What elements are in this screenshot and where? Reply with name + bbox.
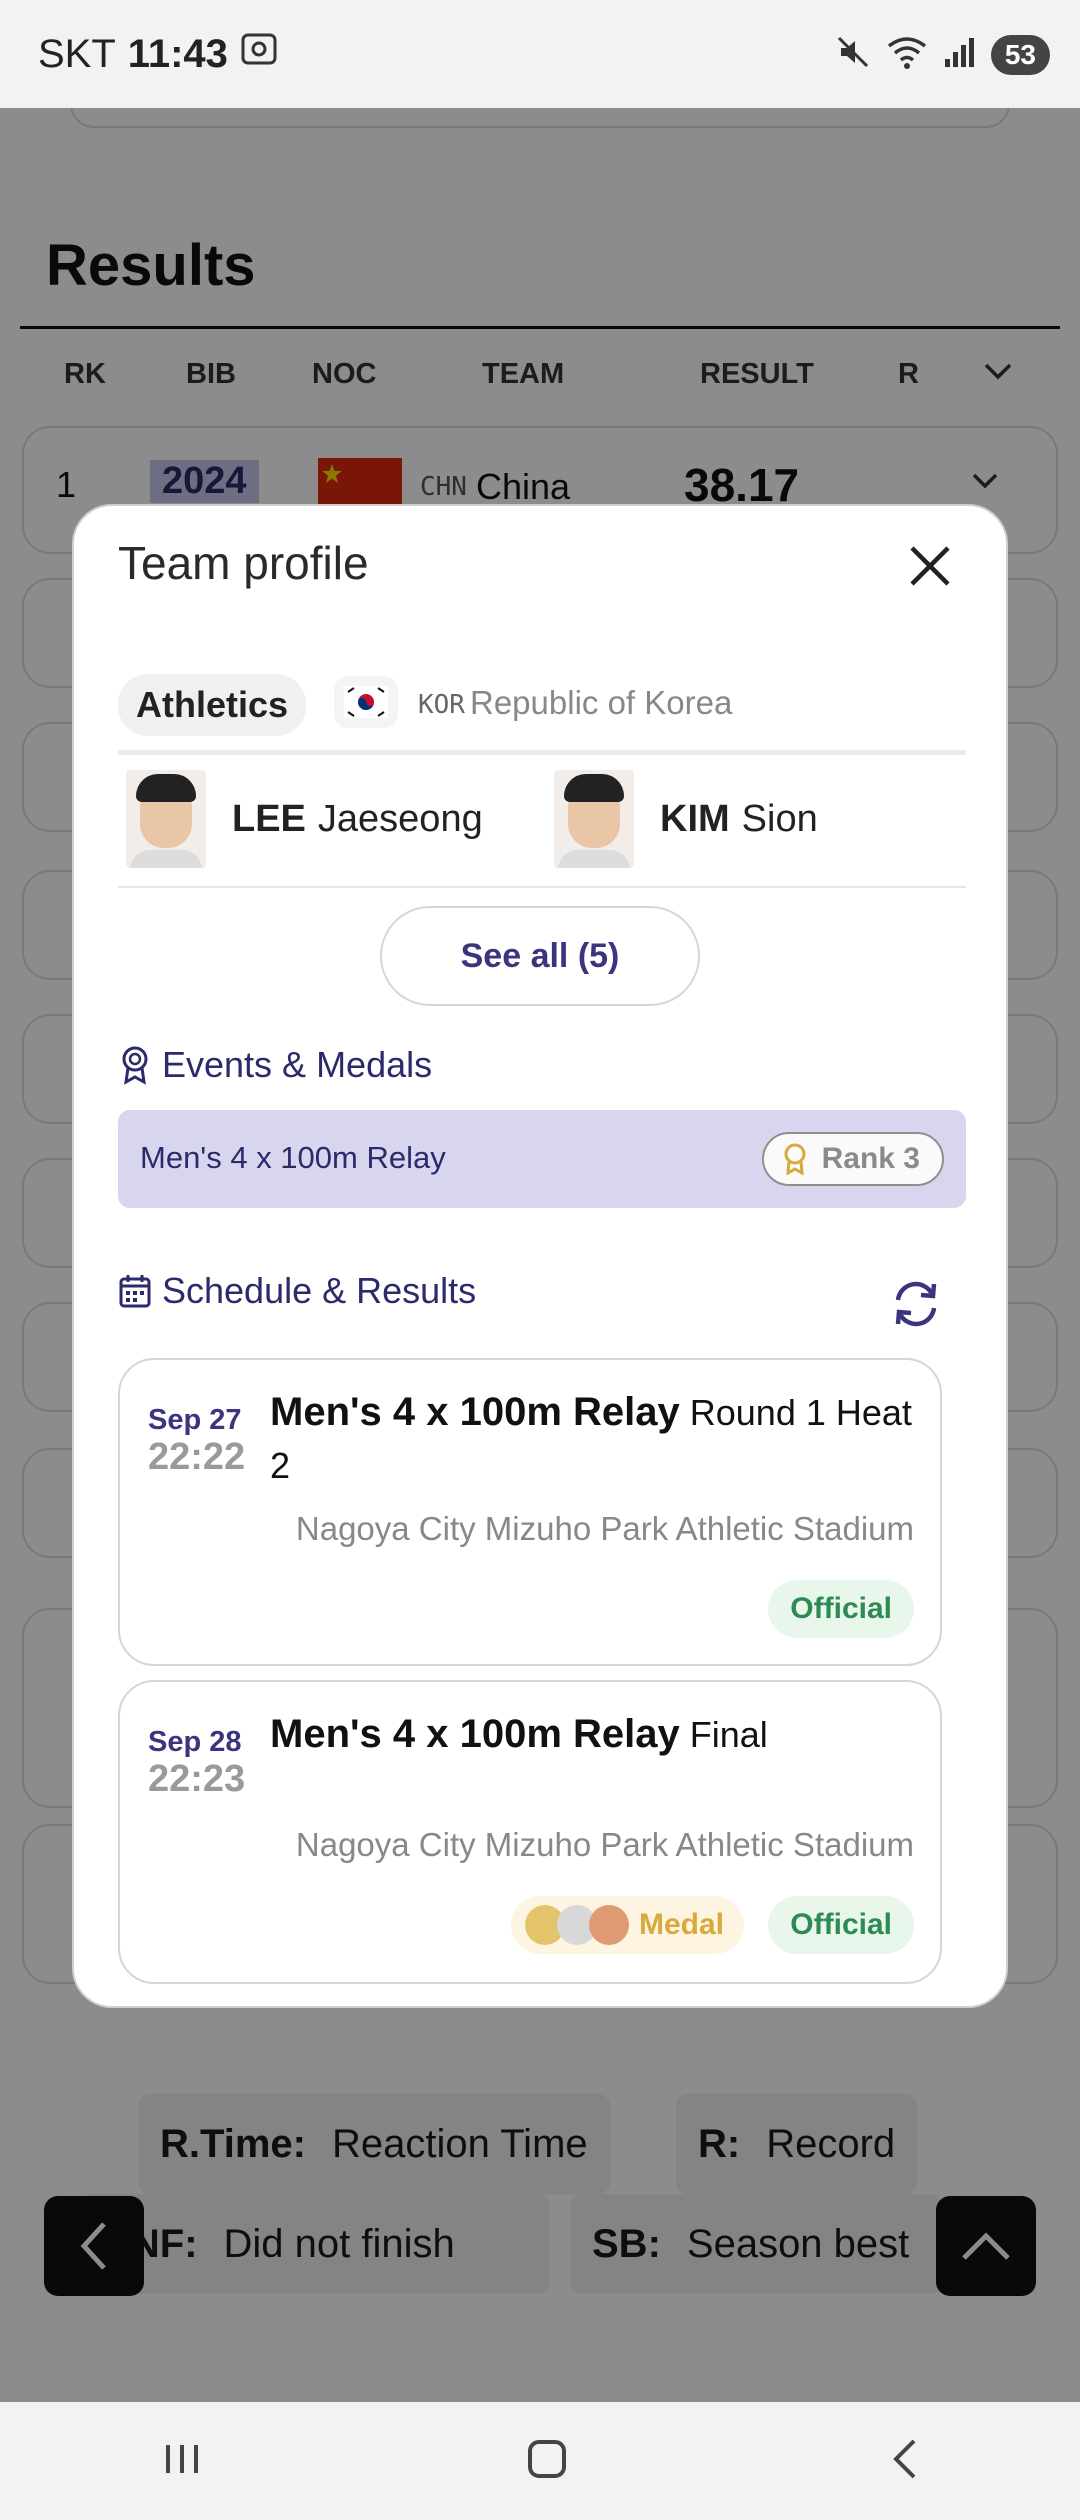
close-icon	[910, 546, 950, 586]
team-profile-modal: Team profile Athletics KOR Republic of K…	[72, 504, 1008, 2008]
back-icon	[892, 2439, 916, 2478]
events-medals-heading: Events & Medals	[118, 1044, 432, 1086]
country-name: Republic of Korea	[470, 684, 733, 721]
schedule-date: Sep 28	[148, 1726, 242, 1758]
avatar	[554, 770, 634, 868]
wifi-icon	[885, 34, 929, 75]
athlete-surname: KIM	[660, 797, 730, 840]
divider	[118, 750, 966, 755]
modal-title: Team profile	[118, 537, 369, 589]
schedule-title: Men's 4 x 100m Relay Final	[270, 1708, 920, 1761]
battery-indicator: 53	[990, 34, 1050, 75]
schedule-event: Men's 4 x 100m Relay	[270, 1390, 680, 1434]
status-right: 53	[835, 34, 1050, 75]
refresh-button[interactable]	[888, 1276, 944, 1332]
medal-icon	[784, 1143, 806, 1175]
schedule-card[interactable]: Sep 28 22:23 Men's 4 x 100m Relay Final N…	[118, 1680, 942, 1984]
schedule-venue: Nagoya City Mizuho Park Athletic Stadium	[295, 1826, 914, 1863]
status-badge: Official	[768, 1580, 914, 1638]
athlete-card[interactable]: LEE Jaeseong	[126, 770, 483, 868]
athlete-name: LEE Jaeseong	[232, 798, 483, 841]
medal-dots-icon	[524, 1905, 629, 1945]
schedule-heading-label: Schedule & Results	[162, 1270, 477, 1311]
schedule-venue: Nagoya City Mizuho Park Athletic Stadium	[295, 1510, 914, 1547]
medal-badge: Medal	[510, 1896, 744, 1954]
athlete-name: KIM Sion	[660, 798, 818, 841]
recent-apps-button[interactable]	[160, 2439, 204, 2484]
schedule-card[interactable]: Sep 27 22:22 Men's 4 x 100m Relay Round 1…	[118, 1358, 942, 1666]
schedule-time: 22:23	[148, 1758, 246, 1800]
athlete-given-name: Jaeseong	[317, 797, 483, 840]
refresh-icon	[895, 1281, 937, 1327]
athlete-surname: LEE	[232, 797, 306, 840]
rank-label: Rank 3	[821, 1142, 920, 1175]
avatar	[126, 770, 206, 868]
athlete-card[interactable]: KIM Sion	[554, 770, 818, 868]
medal-label: Medal	[638, 1908, 724, 1941]
see-all-button[interactable]: See all (5)	[380, 906, 700, 1006]
system-nav-bar	[0, 2402, 1080, 2520]
medal-icon	[122, 1046, 148, 1085]
close-button[interactable]	[900, 536, 960, 596]
status-bar: SKT 11:43 53	[0, 0, 1080, 108]
korea-flag-icon	[334, 676, 398, 728]
event-item[interactable]: Men's 4 x 100m Relay Rank 3	[118, 1110, 966, 1208]
status-badge: Official	[768, 1896, 914, 1954]
mute-icon	[835, 34, 871, 75]
carrier-label: SKT	[38, 31, 116, 76]
sport-chip: Athletics	[118, 674, 307, 736]
schedule-date: Sep 27	[148, 1404, 242, 1436]
back-button[interactable]	[890, 2437, 920, 2486]
calendar-icon	[119, 1275, 151, 1308]
signal-icon	[943, 35, 977, 74]
event-name: Men's 4 x 100m Relay	[140, 1140, 446, 1175]
schedule-round: Final	[689, 1714, 768, 1755]
home-button[interactable]	[525, 2437, 569, 2486]
schedule-results-heading: Schedule & Results	[118, 1270, 476, 1312]
divider	[118, 886, 966, 888]
recent-apps-icon	[166, 2444, 199, 2473]
noc-code: KOR	[418, 690, 465, 720]
screenshot-icon	[240, 30, 278, 78]
status-left: SKT 11:43	[38, 30, 278, 78]
schedule-time: 22:22	[148, 1436, 246, 1478]
rank-badge: Rank 3	[761, 1132, 944, 1186]
home-icon	[527, 2439, 566, 2478]
schedule-title: Men's 4 x 100m Relay Round 1 Heat 2	[270, 1386, 920, 1492]
clock: 11:43	[127, 31, 228, 76]
schedule-event: Men's 4 x 100m Relay	[270, 1712, 680, 1756]
events-heading-label: Events & Medals	[162, 1044, 433, 1085]
athlete-given-name: Sion	[741, 797, 818, 840]
